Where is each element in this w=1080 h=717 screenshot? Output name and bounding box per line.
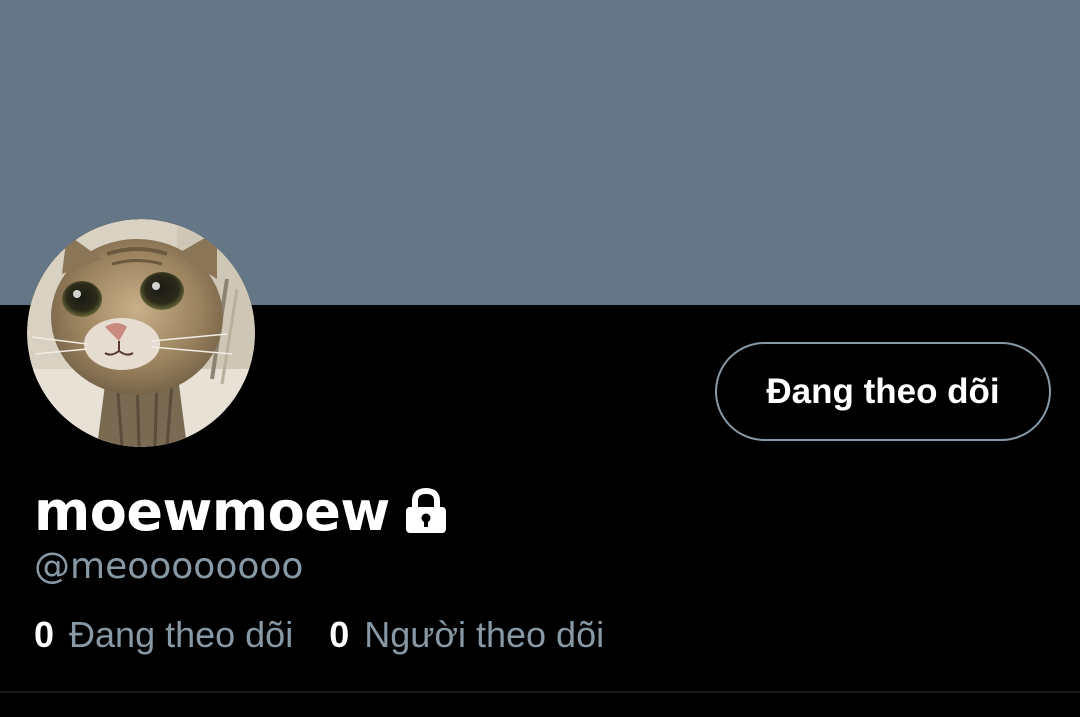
following-label: Đang theo dõi — [69, 614, 294, 655]
followers-label: Người theo dõi — [364, 614, 605, 655]
divider — [0, 691, 1080, 693]
following-button[interactable]: Đang theo dõi — [715, 342, 1051, 441]
followers-stat[interactable]: 0 Người theo dõi — [329, 614, 604, 656]
cat-avatar-image — [27, 219, 255, 447]
following-stat[interactable]: 0 Đang theo dõi — [34, 614, 293, 656]
lock-icon — [404, 487, 448, 535]
followers-count: 0 — [329, 614, 350, 655]
profile-header: Đang theo dõi moewmoew @meoooooooo 0 Đan… — [0, 0, 1080, 717]
profile-avatar[interactable] — [27, 219, 255, 447]
display-name: moewmoew — [34, 479, 390, 543]
profile-stats: 0 Đang theo dõi 0 Người theo dõi — [34, 614, 640, 656]
following-count: 0 — [34, 614, 55, 655]
name-row: moewmoew — [34, 479, 448, 543]
profile-handle: @meoooooooo — [34, 546, 304, 587]
